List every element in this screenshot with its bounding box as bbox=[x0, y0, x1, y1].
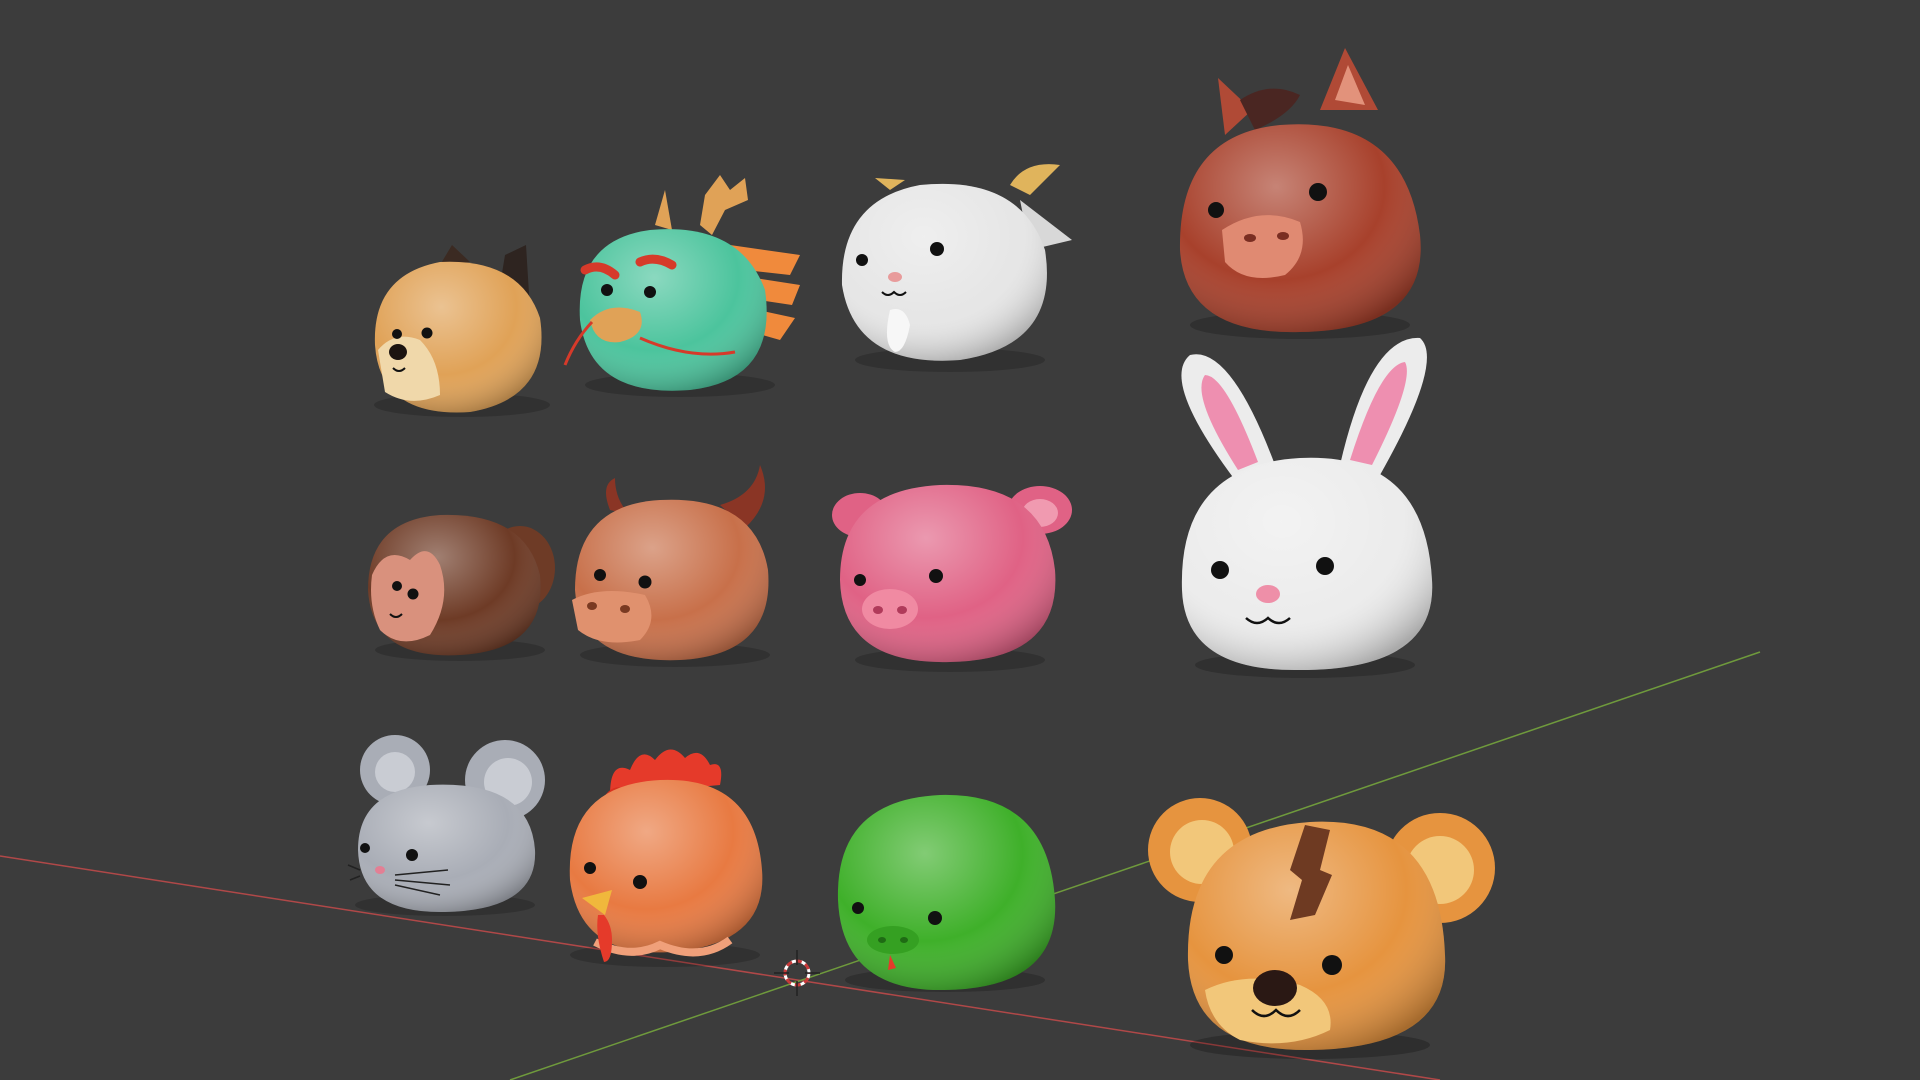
snake-head-icon[interactable] bbox=[837, 794, 1056, 992]
dog-head-icon[interactable] bbox=[374, 245, 550, 417]
rooster-head-icon[interactable] bbox=[569, 749, 763, 967]
ox-head-icon[interactable] bbox=[572, 465, 770, 667]
rabbit-head-icon[interactable] bbox=[1181, 337, 1433, 678]
horse-head-icon[interactable] bbox=[1179, 48, 1421, 339]
rat-head-icon[interactable] bbox=[347, 735, 545, 916]
3d-viewport[interactable] bbox=[0, 0, 1920, 1080]
tiger-head-icon[interactable] bbox=[1148, 798, 1495, 1059]
monkey-head-icon[interactable] bbox=[368, 514, 555, 661]
dragon-head-icon[interactable] bbox=[563, 175, 800, 397]
pig-head-icon[interactable] bbox=[832, 484, 1072, 672]
3d-cursor-icon[interactable] bbox=[774, 950, 820, 996]
viewport-canvas[interactable] bbox=[0, 0, 1920, 1080]
goat-head-icon[interactable] bbox=[841, 164, 1072, 372]
